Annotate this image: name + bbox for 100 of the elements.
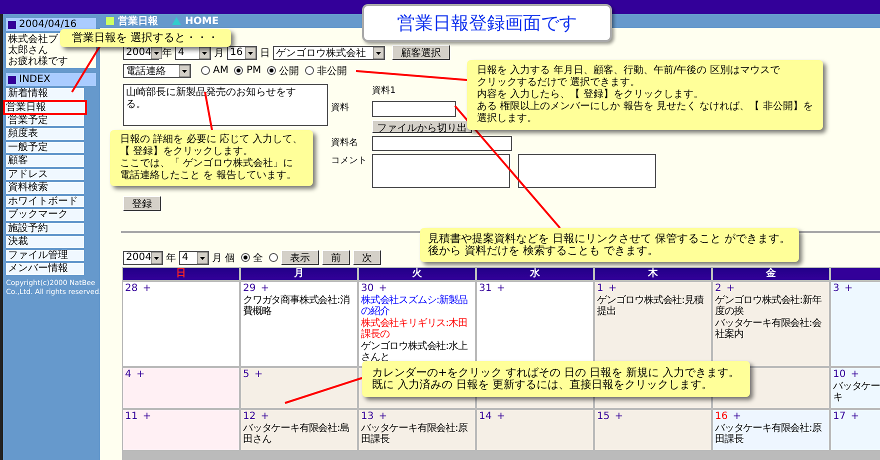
sidebar-item[interactable]: 頻度表 <box>6 128 84 140</box>
weekday-header: 木 <box>595 268 711 280</box>
day-number: 31 <box>479 283 492 294</box>
day-number: 28 <box>125 283 138 294</box>
square-icon <box>8 20 16 28</box>
extract-button[interactable]: ファイルから切り出 <box>372 120 472 133</box>
radio-button[interactable] <box>241 253 250 262</box>
caret-icon <box>245 46 256 58</box>
add-link[interactable]: + <box>378 411 388 422</box>
weekday-header: 水 <box>477 268 593 280</box>
calendar-entry[interactable]: バッタケーキ有限会社:原田課長 <box>715 423 827 445</box>
square-icon <box>106 17 114 25</box>
radio-label: 非公開 <box>317 64 348 78</box>
add-link[interactable]: + <box>378 283 388 294</box>
sidebar-item[interactable]: 営業日報 <box>4 100 86 114</box>
radio-button[interactable] <box>201 66 210 75</box>
add-link[interactable]: + <box>254 369 263 380</box>
radio-button[interactable] <box>267 66 276 75</box>
radio-label: 個 <box>225 252 235 264</box>
add-link[interactable]: + <box>260 283 270 294</box>
customer-select-button[interactable]: 顧客選択 <box>392 45 450 60</box>
add-link[interactable]: + <box>850 369 860 380</box>
comment-field[interactable] <box>372 154 510 188</box>
name-field[interactable] <box>372 136 512 151</box>
calendar-button[interactable]: 次 <box>353 250 381 265</box>
weekday-header: 金 <box>713 268 829 280</box>
radio-button[interactable] <box>234 66 244 75</box>
sidebar-item[interactable]: メンバー情報 <box>6 263 84 274</box>
sidebar-item[interactable]: 一般予定 <box>6 142 84 153</box>
caret-icon <box>373 46 384 58</box>
sidebar-item[interactable]: 営業予定 <box>6 114 84 126</box>
month-select[interactable]: 4 <box>179 250 209 264</box>
radio-label: PM <box>246 65 262 76</box>
caret-icon <box>151 46 162 58</box>
add-link[interactable]: + <box>608 283 617 294</box>
date-text: 2004/04/16 <box>19 19 77 30</box>
attachment-label: 資料 <box>331 102 349 115</box>
calendar-entry[interactable]: 株式会社キリギリス:木田課長の <box>361 318 473 340</box>
calendar-entry[interactable]: バッタケーキ有限会社:会社案内 <box>715 318 827 340</box>
sidebar-item[interactable]: ブックマーク <box>6 209 84 220</box>
caret-icon <box>151 252 162 264</box>
add-link[interactable]: + <box>850 411 860 422</box>
caret-icon <box>197 252 208 264</box>
calendar-entry[interactable]: バッタケーキ有限会社:島田さん <box>243 423 355 445</box>
unit-label: 日 <box>260 46 270 60</box>
calendar-button[interactable]: 表示 <box>281 250 319 265</box>
unit-label: 年 <box>162 46 172 60</box>
square-icon <box>8 76 16 84</box>
unit-label: 月 <box>212 252 222 264</box>
sidebar-item[interactable]: 新着情報 <box>6 88 84 100</box>
add-link[interactable]: + <box>614 411 624 422</box>
calendar-entry[interactable]: バッタケーキ <box>833 381 880 403</box>
calendar-entry[interactable]: クワガタ商事株式会社:消費概略 <box>243 295 355 317</box>
callout-note: 営業日報を 選択すると・・・ <box>60 29 230 47</box>
user-text: 株式会社ブ <box>8 34 58 45</box>
customer-select[interactable]: ゲンゴロウ株式会社 <box>273 46 385 60</box>
add-link[interactable]: + <box>732 411 742 422</box>
sidebar-item[interactable]: 資料検索 <box>6 182 84 194</box>
add-link[interactable]: + <box>496 411 506 422</box>
year-select[interactable]: 2004 <box>123 250 163 264</box>
calendar-entry[interactable]: ゲンゴロウ株式会社:新年度の挨 <box>715 295 827 317</box>
add-link[interactable]: + <box>136 369 145 380</box>
submit-button[interactable]: 登録 <box>123 196 161 211</box>
sidebar-item[interactable]: 顧客 <box>6 155 84 166</box>
calendar-entry[interactable]: バッタケーキ有限会社:原田課長 <box>361 423 473 445</box>
comment-label: コメント <box>331 155 367 168</box>
unit-label: 月 <box>214 46 224 60</box>
title-banner: 営業日報登録画面です <box>362 4 612 42</box>
sidebar-item[interactable]: 決裁 <box>6 236 84 248</box>
add-link[interactable]: + <box>142 283 152 294</box>
attachment-heading: 資料1 <box>372 84 396 98</box>
radio-button[interactable] <box>269 253 278 262</box>
radio-label: 全 <box>253 252 263 264</box>
add-link[interactable]: + <box>142 411 152 422</box>
sidebar-item[interactable]: ホワイトボード <box>6 196 84 207</box>
weekday-header: 火 <box>359 268 475 280</box>
day-select[interactable]: 16 <box>227 46 257 60</box>
calendar-entry[interactable]: 株式会社スズムシ:新製品の紹介 <box>361 295 473 317</box>
day-number: 12 <box>243 411 256 422</box>
add-link[interactable]: + <box>260 411 270 422</box>
sidebar-item[interactable]: ファイル管理 <box>6 250 84 261</box>
add-link[interactable]: + <box>726 283 735 294</box>
caret-icon <box>199 46 210 58</box>
add-link[interactable]: + <box>496 283 506 294</box>
day-number: 16 <box>715 411 728 422</box>
day-number: 10 <box>833 369 846 380</box>
calendar-button[interactable]: 前 <box>322 250 350 265</box>
caret-icon <box>179 64 190 76</box>
day-number: 14 <box>479 411 492 422</box>
attachment-field[interactable] <box>372 101 456 117</box>
calendar-entry[interactable]: ゲンゴロウ株式会社:見積提出 <box>597 295 709 317</box>
action-select[interactable]: 電話連絡 <box>123 64 191 78</box>
comment-field[interactable] <box>518 154 656 188</box>
weekday-header <box>831 268 880 280</box>
add-link[interactable]: + <box>844 283 853 294</box>
sidebar-item[interactable]: 施設予約 <box>6 222 84 234</box>
sidebar-item[interactable]: アドレス <box>6 168 84 180</box>
radio-button[interactable] <box>305 66 314 75</box>
day-number: 4 <box>125 369 132 380</box>
day-number: 3 <box>833 283 840 294</box>
